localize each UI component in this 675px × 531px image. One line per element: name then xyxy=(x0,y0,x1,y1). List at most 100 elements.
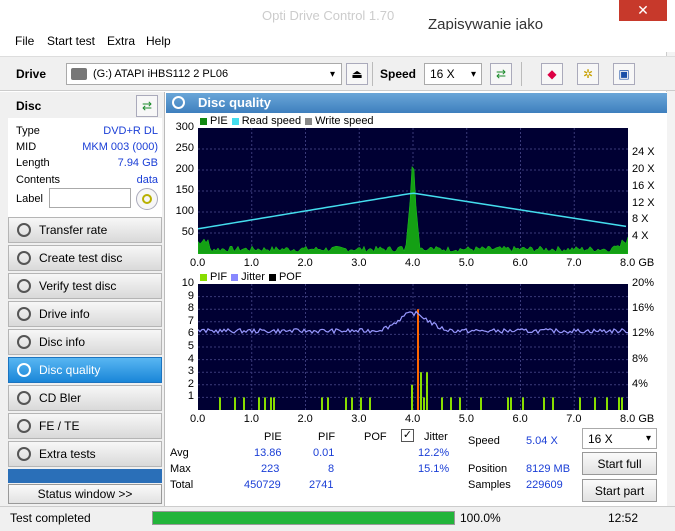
chart1-y2-tick: 16 X xyxy=(632,179,655,192)
nav-transfer-rate[interactable]: Transfer rate xyxy=(8,217,162,243)
pif-bar xyxy=(618,397,620,410)
prop-length: Length 7.94 GB xyxy=(16,157,158,169)
stat-max-jitter: 15.1% xyxy=(418,463,450,475)
window-edge xyxy=(666,30,675,531)
pif-bar xyxy=(351,397,353,410)
pif-bar xyxy=(420,372,422,410)
stat-row-label: Avg xyxy=(170,447,189,459)
label-input[interactable] xyxy=(49,188,131,208)
pif-bar xyxy=(543,397,545,410)
drive-icon xyxy=(71,68,87,80)
menu-file[interactable]: File xyxy=(15,34,34,48)
nav-disc-info[interactable]: Disc info xyxy=(8,329,162,355)
menu-help[interactable]: Help xyxy=(146,34,171,48)
disc-icon xyxy=(17,363,31,377)
refresh-button[interactable]: ⇄ xyxy=(490,63,512,85)
settings-button[interactable]: ✲ xyxy=(577,63,599,85)
test-speed-select[interactable]: 16 X ▾ xyxy=(582,428,657,449)
nav-label: Verify test disc xyxy=(39,279,117,293)
legend-write-speed: Write speed xyxy=(315,115,374,127)
chart1-y-tick: 150 xyxy=(175,184,194,196)
disc-refresh-button[interactable]: ⇄ xyxy=(136,95,158,117)
label-key: Label xyxy=(16,193,43,205)
start-full-button[interactable]: Start full xyxy=(582,452,657,475)
test-speed-value: 16 X xyxy=(588,431,613,446)
prop-value: data xyxy=(136,174,158,186)
erase-button[interactable]: ◆ xyxy=(541,63,563,85)
legend-swatch-pie xyxy=(200,117,207,125)
pif-bar xyxy=(369,397,371,410)
disc-icon xyxy=(17,279,31,293)
chart1-y-tick: 200 xyxy=(175,163,194,175)
drive-label: Drive xyxy=(16,67,47,81)
chart2-x-tick: 7.0 xyxy=(566,413,582,425)
chart2-x-tick: 0.0 xyxy=(190,413,206,425)
pif-bar xyxy=(522,397,524,410)
progress-percent: 100.0% xyxy=(460,511,501,525)
speed-select[interactable]: 16 X ▾ xyxy=(424,63,482,85)
status-window-button[interactable]: Status window >> xyxy=(8,484,162,504)
legend-pif: PIF xyxy=(210,271,228,283)
pif-bar xyxy=(417,309,419,410)
chart2-x-tick: 8.0 GB xyxy=(620,413,655,425)
legend-swatch-read xyxy=(231,117,239,125)
prop-mid: MID MKM 003 (000) xyxy=(16,141,158,153)
menu-extra[interactable]: Extra xyxy=(107,34,135,48)
pif-bar xyxy=(510,397,512,410)
nav-disc-quality[interactable]: Disc quality xyxy=(8,357,162,383)
save-button[interactable]: ▣ xyxy=(613,63,635,85)
nav-extra-tests[interactable]: Extra tests xyxy=(8,441,162,467)
stat-max-pie: 223 xyxy=(261,463,280,475)
nav-label: Disc info xyxy=(39,335,86,349)
chevron-down-icon: ▾ xyxy=(470,68,476,80)
jitter-checkbox[interactable]: ✓ xyxy=(401,429,414,442)
chart1-x-tick: 2.0 xyxy=(297,257,313,269)
position-label: Position xyxy=(468,463,508,475)
disc-label-button[interactable] xyxy=(136,188,158,210)
nav-create-test-disc[interactable]: Create test disc xyxy=(8,245,162,271)
pif-chart xyxy=(198,284,628,410)
progress-fill xyxy=(153,512,454,524)
stat-header-pif: PIF xyxy=(318,431,336,443)
pif-bar xyxy=(327,397,329,410)
chart2-x-tick: 5.0 xyxy=(458,413,475,425)
start-part-button[interactable]: Start part xyxy=(582,479,657,502)
menu-start-test[interactable]: Start test xyxy=(47,34,95,48)
menu-bar: File Start test Extra Help xyxy=(0,30,675,52)
eject-button[interactable]: ⏏ xyxy=(346,63,368,85)
chart1-x-tick: 3.0 xyxy=(351,257,367,269)
nav-fe-te[interactable]: FE / TE xyxy=(8,413,162,439)
nav-verify-test-disc[interactable]: Verify test disc xyxy=(8,273,162,299)
chart1-y2-tick: 12 X xyxy=(632,196,655,209)
pif-bar xyxy=(450,397,452,410)
chart2-legend: PIF Jitter POF xyxy=(196,271,302,283)
chart2-x-tick: 6.0 xyxy=(512,413,528,425)
pif-bar xyxy=(264,397,266,410)
prop-key: MID xyxy=(16,141,37,153)
pif-bar xyxy=(441,397,443,410)
chart1-x-tick: 8.0 GB xyxy=(620,257,655,269)
nav-label: CD Bler xyxy=(39,391,82,405)
chart2-x-tick: 4.0 xyxy=(405,413,421,425)
gears-icon: ✲ xyxy=(582,67,594,81)
speed-label: Speed xyxy=(380,67,417,81)
speed-stat-label: Speed xyxy=(468,435,500,447)
chart1-x-tick: 5.0 xyxy=(458,257,475,269)
stat-total-pie: 450729 xyxy=(244,479,281,491)
chevron-down-icon: ▾ xyxy=(645,433,651,444)
pif-bar xyxy=(273,397,275,410)
drive-select[interactable]: (G:) ATAPI iHBS112 2 PL06 ▾ xyxy=(66,63,342,85)
nav-drive-info[interactable]: Drive info xyxy=(8,301,162,327)
legend-jitter: Jitter xyxy=(241,271,265,283)
nav-label: Drive info xyxy=(39,307,90,321)
nav-label: Create test disc xyxy=(39,251,123,265)
speed-select-value: 16 X xyxy=(430,67,455,81)
chart2-y2-tick: 4% xyxy=(632,377,648,390)
prop-key: Length xyxy=(16,157,50,169)
close-button[interactable]: ✕ xyxy=(619,0,667,21)
window-title: Opti Drive Control 1.70 xyxy=(262,8,395,23)
pif-bar xyxy=(234,397,236,410)
nav-cd-bler[interactable]: CD Bler xyxy=(8,385,162,411)
eject-icon: ⏏ xyxy=(351,67,363,81)
title-bar: Opti Drive Control 1.70 Zapisywanie jako xyxy=(0,0,675,33)
